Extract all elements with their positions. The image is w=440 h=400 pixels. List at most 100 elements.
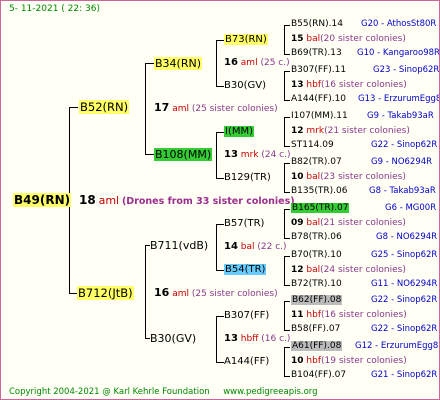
sister-count: 18: [79, 193, 96, 207]
sister-count: 16: [154, 286, 170, 299]
site-link[interactable]: www.pedigreeapis.org: [223, 387, 317, 397]
connector-line: [145, 63, 154, 64]
gen5-mating: 13 hbf(16 sister colonies): [291, 80, 407, 91]
connector-line: [145, 154, 154, 155]
sister-note: (19 sister colonies): [321, 356, 407, 366]
queen-info: G12 - ErzurumEgg8: [355, 341, 439, 351]
queen-gen5[interactable]: B55(RN).14: [291, 19, 343, 30]
queen-gen5[interactable]: B307(FF).11: [291, 65, 346, 76]
queen-gen5[interactable]: B58(FF).07: [291, 324, 340, 335]
queen-gen4[interactable]: B129(TR): [224, 172, 271, 183]
mating-type: hbff: [240, 334, 259, 344]
queen-gen3-b34[interactable]: B34(RN): [154, 57, 202, 70]
queen-info: G9 - Takab93aR: [367, 111, 434, 121]
queen-gen4[interactable]: B73(RN): [224, 34, 268, 45]
queen-gen3-b711[interactable]: B711(vdB): [150, 239, 208, 252]
mating-type: mrk: [306, 126, 325, 136]
sister-note: (25 c.): [260, 58, 290, 68]
queen-name: B73(RN): [224, 34, 268, 45]
mating-type: bal: [306, 172, 321, 182]
sister-note: (16 c.): [261, 334, 291, 344]
queen-gen5[interactable]: B135(TR).06: [291, 186, 347, 197]
queen-gen1[interactable]: B49(RN): [13, 193, 72, 207]
queen-name: A61(FF).08: [291, 341, 343, 351]
queen-gen5[interactable]: I107(MM).11: [291, 111, 348, 122]
gen4-mating: 16 aml (25 c.): [224, 57, 290, 69]
connector-line: [216, 178, 224, 179]
queen-name: B34(RN): [154, 57, 202, 70]
sister-note: (16 sister colonies): [321, 80, 407, 90]
queen-gen5[interactable]: B69(TR).13: [291, 48, 342, 59]
queen-gen5[interactable]: ST114.09: [291, 140, 334, 151]
connector-line: [284, 71, 285, 100]
queen-gen5[interactable]: B104(FF).07: [291, 370, 346, 381]
queen-gen2-b52[interactable]: B52(RN): [79, 100, 130, 114]
queen-name: B108(MM): [154, 148, 213, 161]
queen-gen5[interactable]: B72(TR).10: [291, 279, 342, 290]
gen5-mating: 11 hbf(16 sister colonies): [291, 310, 407, 321]
sister-count: 13: [224, 149, 238, 160]
queen-gen4[interactable]: B307(FF): [224, 310, 269, 321]
queen-info: G20 - AthosSt80R: [361, 19, 437, 29]
queen-name: B135(TR).06: [291, 186, 348, 196]
queen-gen4[interactable]: B54(TR): [224, 264, 267, 275]
sister-count: 17: [154, 101, 170, 114]
queen-name: B62(FF).08: [291, 295, 343, 305]
queen-gen4[interactable]: A144(FF): [224, 356, 269, 367]
queen-info: G21 - Sinop62R: [371, 370, 438, 380]
mating-type: aml: [98, 194, 120, 207]
connector-line: [216, 362, 224, 363]
queen-name: B72(TR).10: [291, 279, 342, 289]
header-date: 5- 11-2021 ( 22: 36): [9, 4, 100, 14]
connector-line: [284, 256, 285, 285]
queen-gen5[interactable]: B165(TR).07: [291, 203, 350, 214]
connector-line: [284, 25, 285, 54]
queen-gen5[interactable]: A144(FF).10: [291, 94, 346, 105]
mating-type: hbf: [306, 356, 321, 366]
connector-line: [216, 270, 224, 271]
connector-line: [216, 224, 224, 225]
queen-gen5[interactable]: B70(TR).10: [291, 250, 342, 261]
queen-gen3-b30[interactable]: B30(GV): [150, 332, 196, 345]
queen-gen2-b712[interactable]: B712(JtB): [77, 286, 134, 300]
sister-count: 11: [291, 310, 304, 320]
gen5-mating: 10 bal(23 sister colonies): [291, 172, 406, 183]
queen-gen5[interactable]: A61(FF).08: [291, 341, 343, 352]
queen-info: G22 - Sinop62R: [371, 324, 438, 334]
queen-info: G23 - Sinop62R: [373, 65, 440, 75]
sister-note: (23 sister colonies): [320, 172, 406, 182]
connector-line: [216, 40, 224, 41]
queen-name: B30(GV): [224, 80, 266, 91]
sister-count: 09: [291, 218, 304, 228]
sister-count: 16: [224, 57, 238, 68]
queen-gen5[interactable]: B82(TR).07: [291, 157, 342, 168]
queen-name: I(MM): [224, 126, 255, 137]
mating-type: aml: [172, 289, 189, 299]
connector-line: [284, 330, 290, 331]
sister-count: 12: [291, 265, 304, 275]
connector-line: [284, 301, 290, 302]
connector-line: [284, 163, 285, 192]
queen-name: B307(FF): [224, 310, 270, 321]
sister-count: 14: [224, 241, 238, 252]
queen-gen4[interactable]: B57(TR): [224, 218, 264, 229]
connector-line: [216, 40, 217, 86]
sister-note: (25 sister colonies): [191, 104, 278, 114]
sister-note: (24 c.): [261, 150, 291, 160]
gen4-mating: 14 bal (22 c.): [224, 241, 287, 253]
queen-name: B57(TR): [224, 218, 265, 229]
queen-gen3-b108[interactable]: B108(MM): [154, 148, 213, 161]
queen-gen5[interactable]: B62(FF).08: [291, 295, 343, 306]
queen-gen4[interactable]: B30(GV): [224, 80, 266, 91]
connector-line: [284, 347, 285, 376]
queen-gen5[interactable]: B78(TR).06: [291, 232, 342, 243]
mating-type: mrk: [240, 150, 259, 160]
connector-line: [284, 117, 290, 118]
sister-note: (20 sister colonies): [320, 34, 406, 44]
connector-line: [216, 224, 217, 270]
sister-count: 13: [291, 80, 304, 90]
connector-line: [145, 245, 146, 338]
sister-count: 10: [291, 172, 304, 182]
queen-name: B69(TR).13: [291, 48, 342, 58]
queen-gen4[interactable]: I(MM): [224, 126, 255, 137]
